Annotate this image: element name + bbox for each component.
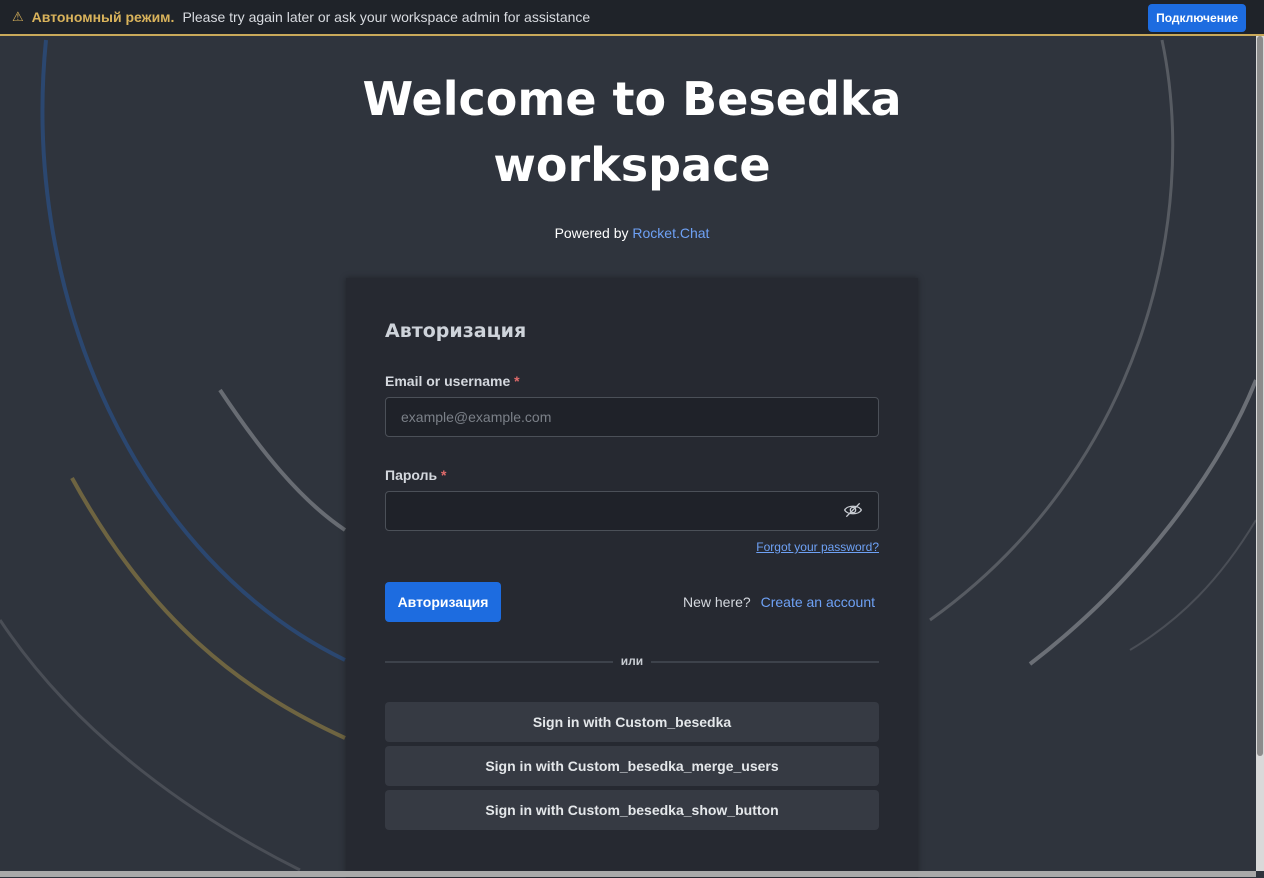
create-account-link[interactable]: Create an account (761, 594, 875, 610)
page-title: Welcome to Besedka workspace (0, 66, 1264, 198)
login-button[interactable]: Авторизация (385, 582, 501, 622)
warning-icon: ⚠ (12, 9, 24, 24)
password-input[interactable] (385, 491, 879, 531)
offline-message: Please try again later or ask your works… (182, 9, 591, 25)
email-input[interactable] (385, 397, 879, 437)
divider-line (651, 661, 879, 663)
powered-by-prefix: Powered by (554, 225, 629, 241)
page-title-line1: Welcome to Besedka (362, 72, 902, 126)
offline-mode-label: Автономный режим. (31, 9, 175, 25)
password-label-text: Пароль (385, 467, 438, 483)
login-heading: Авторизация (385, 320, 527, 342)
new-here-text: New here? (683, 594, 751, 610)
connect-button[interactable]: Подключение (1148, 4, 1246, 32)
oauth-custom-besedka-button[interactable]: Sign in with Custom_besedka (385, 702, 879, 742)
oauth-custom-besedka-show-button-button[interactable]: Sign in with Custom_besedka_show_button (385, 790, 879, 830)
forgot-password-link[interactable]: Forgot your password? (756, 540, 879, 554)
register-prompt: New here? Create an account (683, 594, 875, 610)
powered-by: Powered by Rocket.Chat (0, 225, 1264, 241)
required-mark: * (514, 373, 520, 389)
login-card: Авторизация Email or username * Пароль *… (346, 278, 918, 878)
horizontal-scrollbar[interactable] (0, 871, 1256, 877)
scrollbar-thumb[interactable] (1257, 36, 1263, 756)
email-label-text: Email or username (385, 373, 511, 389)
offline-banner: ⚠ Автономный режим. Please try again lat… (0, 0, 1264, 36)
rocketchat-link[interactable]: Rocket.Chat (632, 225, 709, 241)
page-title-line2: workspace (493, 138, 771, 192)
password-label: Пароль * (385, 467, 446, 483)
oauth-custom-besedka-merge-users-button[interactable]: Sign in with Custom_besedka_merge_users (385, 746, 879, 786)
required-mark: * (441, 467, 447, 483)
eye-slash-icon[interactable] (843, 500, 863, 520)
email-label: Email or username * (385, 373, 520, 389)
or-divider: или (385, 654, 879, 668)
